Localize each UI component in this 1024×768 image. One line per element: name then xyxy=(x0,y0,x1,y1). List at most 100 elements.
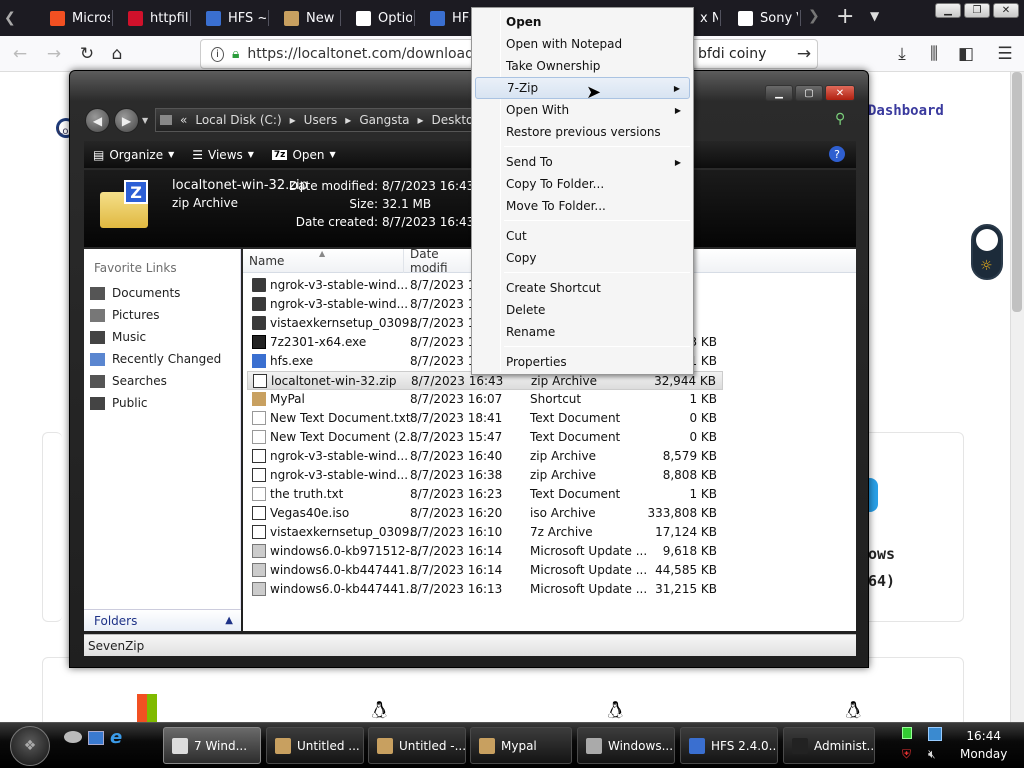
file-row[interactable]: windows6.0-kb971512-... 8/7/2023 16:14 Mic… xyxy=(247,542,723,561)
breadcrumb-gangsta[interactable]: Gangsta xyxy=(359,113,409,127)
menu-item-open-with-notepad[interactable]: Open with Notepad xyxy=(475,33,690,55)
favorite-link-searches[interactable]: Searches xyxy=(90,371,167,391)
favorite-link-documents[interactable]: Documents xyxy=(90,283,180,303)
tab-3[interactable]: HFS ~ xyxy=(196,4,266,32)
sidebar-icon[interactable]: ◧ xyxy=(954,42,978,66)
file-row[interactable]: vistaexkernsetup_0309... 8/7/2023 16:10 7z… xyxy=(247,523,723,542)
file-row[interactable]: the truth.txt 8/7/2023 16:23 Text Document… xyxy=(247,485,723,504)
file-row[interactable]: ngrok-v3-stable-wind... 8/7/2023 16:40 zip… xyxy=(247,447,723,466)
menu-item-delete[interactable]: Delete xyxy=(475,299,690,321)
tray-network-icon[interactable] xyxy=(902,727,912,739)
open-button[interactable]: 7z Open ▼ xyxy=(263,148,345,162)
tab-2[interactable]: httpfil xyxy=(118,4,188,32)
menu-item-open-with[interactable]: Open With ▶ xyxy=(475,99,690,121)
taskbar-item-2[interactable]: Untitled ... xyxy=(266,727,364,764)
tab-1[interactable]: Microsoft xyxy=(40,4,110,32)
restore-button[interactable]: ❐ xyxy=(964,3,990,18)
menu-item-copy[interactable]: Copy xyxy=(475,247,690,269)
taskbar-item-4[interactable]: Mypal xyxy=(470,727,572,764)
page-scrollbar-thumb[interactable] xyxy=(1012,72,1022,312)
menu-item-rename[interactable]: Rename xyxy=(475,321,690,343)
search-text[interactable]: bfdi coiny xyxy=(698,46,766,62)
file-row[interactable]: MyPal 8/7/2023 16:07 Shortcut 1 KB xyxy=(247,390,723,409)
tab-list-chevron-icon[interactable]: ▼ xyxy=(870,9,879,23)
tab-scroll-right-icon[interactable]: ❯ xyxy=(808,8,820,24)
menu-item-move-to-folder[interactable]: Move To Folder... xyxy=(475,195,690,217)
favorite-link-music[interactable]: Music xyxy=(90,327,146,347)
explorer-close-button[interactable]: ✕ xyxy=(825,85,855,101)
tab-6[interactable]: HFS xyxy=(420,4,470,32)
menu-item-label: Open With xyxy=(506,103,570,117)
forward-icon[interactable]: → xyxy=(42,42,66,66)
taskbar-item-3[interactable]: Untitled -... xyxy=(368,727,466,764)
file-row[interactable]: ngrok-v3-stable-wind... 8/7/2023 16:38 zip… xyxy=(247,466,723,485)
explorer-back-button[interactable]: ◀ xyxy=(85,108,110,133)
menu-item-open[interactable]: Open xyxy=(475,11,690,33)
explorer-minimize-button[interactable]: ▁ xyxy=(765,85,793,101)
organize-button[interactable]: ▤ Organize ▼ xyxy=(84,148,183,162)
show-desktop-icon[interactable] xyxy=(64,731,82,743)
favorite-link-public[interactable]: Public xyxy=(90,393,148,413)
favorite-link-pictures[interactable]: Pictures xyxy=(90,305,160,325)
switch-windows-icon[interactable] xyxy=(88,731,104,745)
menu-item-copy-to-folder[interactable]: Copy To Folder... xyxy=(475,173,690,195)
tab-4[interactable]: New T xyxy=(274,4,338,32)
clock[interactable]: 16:44 Monday xyxy=(960,727,1007,763)
favorite-link-recently-changed[interactable]: Recently Changed xyxy=(90,349,221,369)
menu-item-cut[interactable]: Cut xyxy=(475,225,690,247)
dashboard-link[interactable]: Dashboard xyxy=(868,103,944,119)
tab-scroll-left-icon[interactable]: ❮ xyxy=(4,10,16,26)
menu-item-send-to[interactable]: Send To ▶ xyxy=(475,151,690,173)
tab-5[interactable]: Optio xyxy=(346,4,412,32)
search-go-icon[interactable]: → xyxy=(792,42,816,66)
explorer-search-icon[interactable]: ⚲ xyxy=(835,111,845,127)
file-row[interactable]: windows6.0-kb447441... 8/7/2023 16:13 Micr… xyxy=(247,580,723,599)
theme-toggle[interactable]: ☼ xyxy=(971,224,1003,280)
menu-icon[interactable]: ☰ xyxy=(993,42,1017,66)
taskbar-item-5[interactable]: Windows... xyxy=(577,727,675,764)
taskbar-item-6[interactable]: HFS 2.4.0... xyxy=(680,727,778,764)
tray-display-icon[interactable] xyxy=(928,727,942,741)
ie-icon[interactable]: e xyxy=(110,727,122,748)
reload-icon[interactable]: ↻ xyxy=(75,42,99,66)
file-row[interactable]: New Text Document (2... 8/7/2023 15:47 Tex… xyxy=(247,428,723,447)
menu-item-restore-previous-versions[interactable]: Restore previous versions xyxy=(475,121,690,143)
home-icon[interactable]: ⌂ xyxy=(105,42,129,66)
library-icon[interactable]: ⫼ xyxy=(922,42,946,66)
file-row[interactable]: Vegas40e.iso 8/7/2023 16:20 iso Archive 333… xyxy=(247,504,723,523)
back-icon[interactable]: ← xyxy=(8,42,32,66)
close-button[interactable]: ✕ xyxy=(993,3,1019,18)
url-bar[interactable]: i 🔒︎ https://localtonet.com/download xyxy=(200,39,475,69)
file-row[interactable]: New Text Document.txt 8/7/2023 18:41 Text … xyxy=(247,409,723,428)
minimize-button[interactable]: ▁ xyxy=(935,3,961,18)
tray-security-icon[interactable]: ⛨ xyxy=(902,747,911,762)
explorer-forward-button[interactable]: ▶ xyxy=(114,108,139,133)
views-button[interactable]: ☰ Views ▼ xyxy=(183,148,263,162)
folders-toggle[interactable]: Folders ▲ xyxy=(84,609,241,631)
taskbar-item-label: Windows... xyxy=(608,738,674,753)
column-date-modified[interactable]: Date modifi xyxy=(404,247,474,275)
info-icon[interactable]: i xyxy=(211,46,224,62)
explorer-maximize-button[interactable]: ▢ xyxy=(795,85,823,101)
start-button[interactable]: ❖ xyxy=(10,726,50,766)
breadcrumb-overflow-icon[interactable]: « xyxy=(180,113,187,127)
column-name[interactable]: Name ▲ xyxy=(243,249,404,273)
breadcrumb-users[interactable]: Users xyxy=(304,113,338,127)
help-icon[interactable]: ? xyxy=(829,146,845,162)
menu-item-properties[interactable]: Properties xyxy=(475,351,690,373)
menu-item-7-zip[interactable]: 7-Zip ▶ xyxy=(475,77,690,99)
file-date: 8/7/2023 16:23 xyxy=(410,487,503,501)
menu-item-create-shortcut[interactable]: Create Shortcut xyxy=(475,277,690,299)
file-row[interactable]: windows6.0-kb447441... 8/7/2023 16:14 Micr… xyxy=(247,561,723,580)
recent-pages-chevron-icon[interactable]: ▼ xyxy=(142,116,148,125)
tab-8[interactable]: Sony V xyxy=(728,4,798,32)
lock-icon[interactable]: 🔒︎ xyxy=(232,46,239,62)
tray-volume-muted-icon[interactable]: 🔇︎ xyxy=(928,747,936,762)
url-text[interactable]: https://localtonet.com/download xyxy=(247,46,474,62)
menu-item-take-ownership[interactable]: Take Ownership xyxy=(475,55,690,77)
breadcrumb-local-disk[interactable]: Local Disk (C:) xyxy=(195,113,281,127)
taskbar-item-7[interactable]: Administ... xyxy=(783,727,875,764)
downloads-icon[interactable]: ⤓ xyxy=(890,42,914,66)
new-tab-icon[interactable]: + xyxy=(836,4,854,29)
taskbar-item-1[interactable]: 7 Wind... xyxy=(163,727,261,764)
